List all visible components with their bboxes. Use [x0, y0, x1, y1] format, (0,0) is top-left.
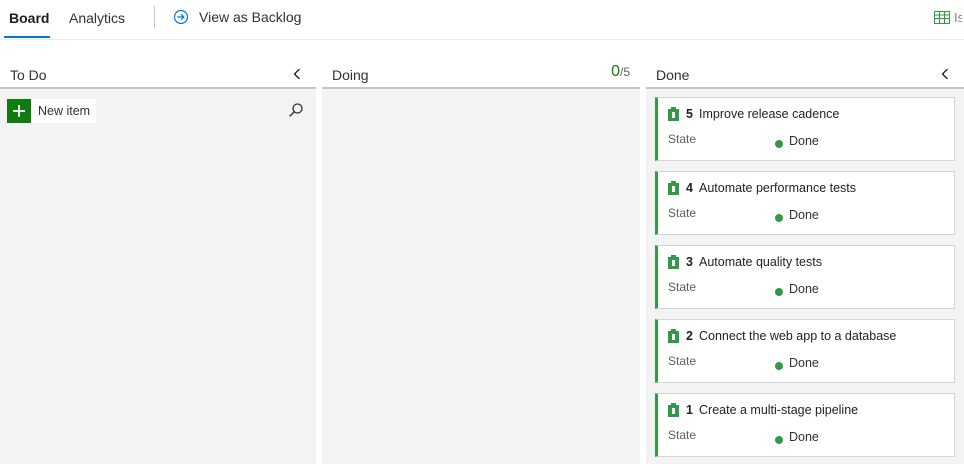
work-item-card[interactable]: 1 Create a multi-stage pipeline State Do… [655, 393, 955, 457]
wip-limit: /5 [619, 65, 630, 79]
column-title: To Do [10, 67, 47, 83]
board-header: Board Analytics View as Backlog Is [0, 0, 964, 40]
card-title[interactable]: Automate performance tests [699, 181, 856, 195]
work-item-card[interactable]: 4 Automate performance tests State Done [655, 171, 955, 235]
state-label: State [668, 354, 697, 368]
state-value: Done [789, 282, 819, 296]
header-divider [154, 6, 155, 28]
wip-limit-indicator: 0/5 [611, 63, 630, 81]
trophy-icon [668, 329, 679, 343]
board-settings-icon [934, 10, 950, 24]
column-title: Doing [332, 67, 369, 83]
state-label: State [668, 428, 697, 442]
column-doing: Doing 0/5 [322, 58, 640, 464]
arrow-circle-right-icon [173, 9, 189, 25]
state-indicator [775, 214, 783, 222]
plus-icon [7, 99, 31, 123]
state-indicator [775, 288, 783, 296]
view-as-backlog-label: View as Backlog [199, 9, 302, 25]
card-id: 3 [686, 255, 693, 269]
card-id: 1 [686, 403, 693, 417]
card-title[interactable]: Create a multi-stage pipeline [699, 403, 858, 417]
active-tab-indicator [4, 36, 50, 38]
state-indicator [775, 436, 783, 444]
column-to-do: To Do New item [0, 58, 316, 464]
work-item-card[interactable]: 3 Automate quality tests State Done [655, 245, 955, 309]
column-body [322, 89, 640, 464]
tab-analytics[interactable]: Analytics [69, 9, 125, 27]
work-item-card[interactable]: 2 Connect the web app to a database Stat… [655, 319, 955, 383]
tab-board[interactable]: Board [9, 9, 49, 27]
new-item-label: New item [38, 104, 91, 118]
chevron-left-icon[interactable] [291, 68, 303, 80]
state-indicator [775, 362, 783, 370]
work-item-card[interactable]: 5 Improve release cadence State Done [655, 97, 955, 161]
wip-count: 0 [611, 63, 620, 80]
trophy-icon [668, 255, 679, 269]
column-title: Done [656, 67, 690, 83]
state-value: Done [789, 134, 819, 148]
chevron-left-icon[interactable] [939, 68, 951, 80]
board-settings-label: Is [954, 9, 962, 25]
column-body [0, 89, 316, 464]
card-id: 4 [686, 181, 693, 195]
state-value: Done [789, 208, 819, 222]
trophy-icon [668, 107, 679, 121]
column-header: To Do [0, 58, 316, 89]
card-id: 2 [686, 329, 693, 343]
search-icon[interactable] [288, 102, 304, 118]
card-title[interactable]: Improve release cadence [699, 107, 839, 121]
new-item-button[interactable]: New item [7, 99, 97, 123]
trophy-icon [668, 181, 679, 195]
card-title[interactable]: Automate quality tests [699, 255, 822, 269]
state-label: State [668, 132, 697, 146]
state-value: Done [789, 430, 819, 444]
column-header: Done [646, 58, 964, 89]
card-title[interactable]: Connect the web app to a database [699, 329, 896, 343]
card-id: 5 [686, 107, 693, 121]
column-done: Done 5 Improve release cadence State Don… [646, 58, 964, 464]
view-as-backlog-button[interactable]: View as Backlog [173, 7, 301, 27]
state-value: Done [789, 356, 819, 370]
state-label: State [668, 206, 697, 220]
board-settings-button[interactable]: Is [934, 9, 962, 25]
state-indicator [775, 140, 783, 148]
column-header: Doing 0/5 [322, 58, 640, 89]
state-label: State [668, 280, 697, 294]
trophy-icon [668, 403, 679, 417]
